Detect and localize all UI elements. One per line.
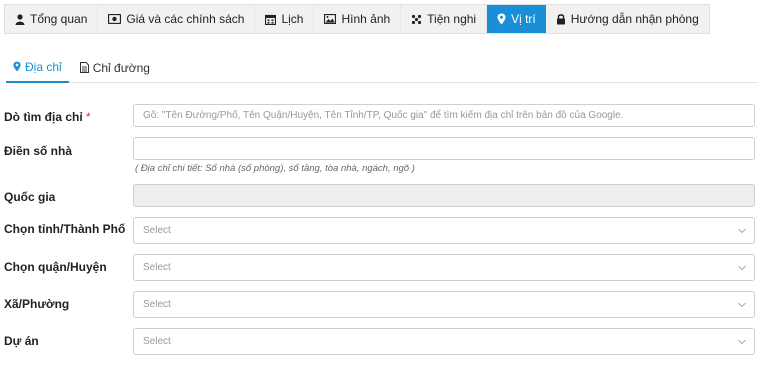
search-address-label: Dò tìm địa chỉ * <box>4 110 91 124</box>
tab-overview[interactable]: Tổng quan <box>5 5 99 33</box>
province-label: Chọn tỉnh/Thành Phố <box>4 222 126 236</box>
district-select[interactable]: Select <box>133 254 755 281</box>
chevron-down-icon <box>738 265 746 270</box>
house-number-input[interactable] <box>133 137 755 160</box>
sub-tab-bar: Địa chỉ Chỉ đường <box>6 52 758 83</box>
house-number-hint: ( Địa chỉ chi tiết: Số nhà (số phòng), s… <box>135 163 415 174</box>
tab-label: Hình ảnh <box>341 12 391 26</box>
project-label: Dự án <box>4 334 39 348</box>
image-icon <box>324 14 337 24</box>
money-icon <box>108 14 122 24</box>
lock-icon <box>556 13 566 25</box>
tab-amenities[interactable]: Tiện nghi <box>401 5 488 33</box>
document-icon <box>79 62 89 73</box>
tab-label: Hướng dẫn nhận phòng <box>570 12 699 26</box>
address-search-input[interactable]: Gõ: "Tên Đường/Phố, Tên Quận/Huyện, Tên … <box>133 104 755 127</box>
search-address-label-text: Dò tìm địa chỉ <box>4 110 83 124</box>
address-search-placeholder: Gõ: "Tên Đường/Phố, Tên Quận/Huyện, Tên … <box>143 110 624 121</box>
tab-label: Tổng quan <box>30 12 88 26</box>
chevron-down-icon <box>738 228 746 233</box>
map-marker-icon <box>497 13 506 25</box>
tab-checkin-guide[interactable]: Hướng dẫn nhận phòng <box>546 5 709 33</box>
province-select-placeholder: Select <box>143 225 171 236</box>
country-label: Quốc gia <box>4 190 56 204</box>
ward-select[interactable]: Select <box>133 291 755 318</box>
tab-images[interactable]: Hình ảnh <box>314 5 402 33</box>
subtab-label: Chỉ đường <box>92 60 150 75</box>
chevron-down-icon <box>738 302 746 307</box>
tab-label: Giá và các chính sách <box>126 12 245 26</box>
country-input <box>133 184 755 207</box>
required-mark: * <box>86 110 91 124</box>
calendar-icon <box>265 14 277 25</box>
tab-label: Tiện nghi <box>427 12 477 26</box>
tab-location[interactable]: Vị trí <box>487 5 546 33</box>
tab-label: Vị trí <box>511 12 536 26</box>
main-tab-bar: Tổng quan Giá và các chính sách Lịch Hìn… <box>4 4 710 34</box>
project-select-placeholder: Select <box>143 336 171 347</box>
district-select-placeholder: Select <box>143 262 171 273</box>
chevron-down-icon <box>738 339 746 344</box>
house-number-label: Điền số nhà <box>4 144 73 158</box>
amenities-icon <box>411 14 422 25</box>
subtab-label: Địa chỉ <box>25 59 62 74</box>
map-marker-icon <box>13 61 21 72</box>
subtab-address[interactable]: Địa chỉ <box>6 52 69 83</box>
district-label: Chọn quận/Huyện <box>4 260 107 274</box>
tab-calendar[interactable]: Lịch <box>255 5 315 33</box>
subtab-directions[interactable]: Chỉ đường <box>73 52 157 83</box>
user-icon <box>15 13 25 25</box>
project-select[interactable]: Select <box>133 328 755 355</box>
ward-label: Xã/Phường <box>4 297 70 311</box>
tab-label: Lịch <box>281 12 304 26</box>
ward-select-placeholder: Select <box>143 299 171 310</box>
province-select[interactable]: Select <box>133 217 755 244</box>
tab-prices-policies[interactable]: Giá và các chính sách <box>98 5 256 33</box>
